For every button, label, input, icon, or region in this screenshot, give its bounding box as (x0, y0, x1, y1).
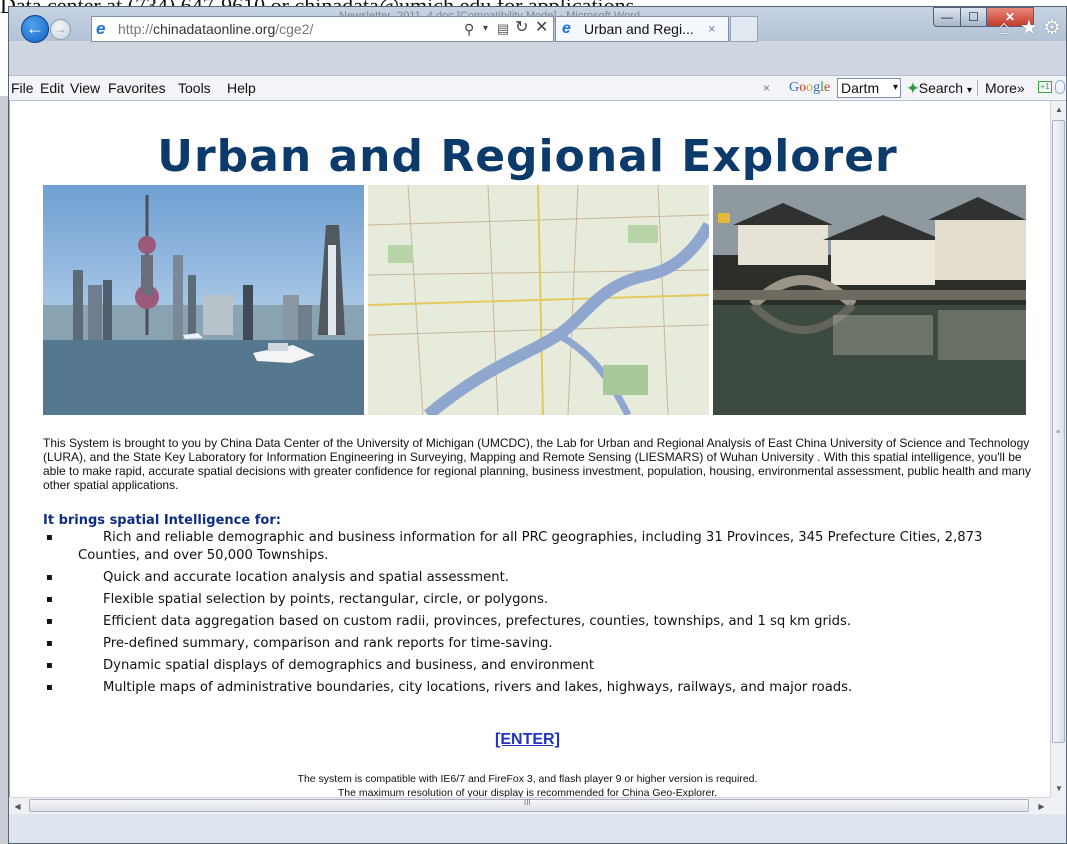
google-search-label: Search (918, 80, 964, 96)
toolbar-separator (977, 80, 978, 96)
home-icon[interactable]: ⌂ (998, 17, 1010, 39)
list-item-text: Flexible spatial selection by points, re… (103, 591, 549, 607)
favorites-star-icon[interactable]: ★ (1020, 17, 1038, 39)
scroll-left-arrow-icon[interactable]: ◀ (9, 798, 26, 815)
navigation-bar: ← → e http://chinadataonline.org/cge2/ ⚲… (9, 15, 1066, 43)
list-item-text: Quick and accurate location analysis and… (103, 569, 509, 585)
horizontal-scroll-thumb[interactable]: III (29, 798, 1029, 812)
list-item-text: Efficient data aggregation based on cust… (103, 613, 852, 629)
scroll-grip-icon: ≡ (1056, 429, 1061, 436)
feature-list: ▪ Rich and reliable demographic and busin… (43, 529, 1047, 701)
resolution-note: The maximum resolution of your display i… (337, 787, 718, 797)
menu-view[interactable]: View (70, 76, 100, 100)
list-item-text: Pre-defined summary, comparison and rank… (103, 635, 553, 651)
new-tab-button[interactable] (730, 16, 758, 42)
back-button[interactable]: ← (21, 15, 49, 43)
banner-image-water-town (713, 185, 1026, 415)
scroll-right-arrow-icon[interactable]: ▶ (1033, 798, 1050, 815)
tab-label: Urban and Regi... (584, 21, 694, 37)
bullet-marker: ▪ (46, 532, 53, 543)
list-item: ▪ Multiple maps of administrative boundar… (43, 679, 1047, 697)
status-bar (9, 814, 1066, 843)
menu-help[interactable]: Help (227, 76, 256, 100)
google-search-input[interactable]: Dartm ▾ (837, 78, 901, 98)
search-icon[interactable]: ⚲ (464, 17, 474, 41)
tab-urban-and-regional-explorer[interactable]: e Urban and Regi... × (555, 16, 729, 42)
vertical-scroll-thumb[interactable]: ≡ (1052, 120, 1065, 743)
address-dropdown-icon[interactable]: ▾ (483, 17, 488, 41)
list-item: ▪ Rich and reliable demographic and busin… (43, 529, 1047, 564)
gear-icon[interactable]: ⚙ (1043, 17, 1061, 39)
page-title: Urban and Regional Explorer (157, 131, 898, 182)
extension-icon[interactable] (1055, 80, 1065, 94)
menu-edit[interactable]: Edit (40, 76, 64, 100)
menu-bar: File Edit View Favorites Tools Help × Go… (9, 75, 1066, 101)
bullet-marker: ▪ (46, 637, 53, 649)
bullet-marker: ▪ (46, 659, 53, 671)
ie-page-icon: e (96, 19, 106, 38)
enter-link: [ENTER] (10, 731, 1045, 749)
banner-image-map (368, 185, 709, 415)
list-item: ▪ Dynamic spatial displays of demographic… (43, 657, 1047, 675)
forward-button[interactable]: → (50, 19, 71, 40)
scrollbar-corner (1050, 797, 1066, 814)
list-item: ▪ Pre-defined summary, comparison and ran… (43, 635, 1047, 653)
stop-icon[interactable]: ✕ (535, 16, 548, 40)
bullet-marker: ▪ (46, 681, 53, 693)
url-host: chinadataonline.org (153, 21, 276, 37)
calendar-icon[interactable]: +1 (1038, 81, 1052, 93)
address-url[interactable]: http://chinadataonline.org/cge2/ (118, 17, 313, 41)
list-item-text: Multiple maps of administrative boundari… (103, 679, 853, 695)
menu-favorites[interactable]: Favorites (108, 76, 166, 100)
list-item: ▪ Quick and accurate location analysis an… (43, 569, 1047, 587)
list-item-text: Rich and reliable demographic and busine… (78, 530, 983, 563)
list-item: ▪ Efficient data aggregation based on cus… (43, 613, 1047, 631)
url-path: /cge2/ (275, 21, 314, 37)
double-chevron-icon: » (1016, 80, 1025, 96)
page-viewport: Urban and Regional Explorer This System … (9, 101, 1050, 797)
intro-paragraph: This System is brought to you by China D… (43, 436, 1031, 492)
bullet-marker: ▪ (46, 571, 53, 583)
google-logo: Google (789, 80, 831, 95)
scroll-down-arrow-icon[interactable]: ▼ (1051, 780, 1067, 797)
scroll-up-arrow-icon[interactable]: ▲ (1051, 101, 1067, 118)
google-search-icon: ✦ (907, 80, 919, 96)
scroll-grip-icon: III (524, 798, 531, 807)
tab-close-icon[interactable]: × (708, 17, 716, 41)
google-search-button[interactable]: ✦Search ▾ (907, 76, 972, 103)
menu-tools[interactable]: Tools (178, 76, 211, 100)
banner-image-skyline (43, 185, 364, 415)
url-prefix: http:// (118, 21, 154, 37)
bullets-heading: It brings spatial Intelligence for: (43, 513, 281, 528)
list-item: ▪ Flexible spatial selection by points, r… (43, 591, 1047, 609)
more-label: More (985, 80, 1017, 96)
address-bar[interactable]: e http://chinadataonline.org/cge2/ ⚲ ▾ ▤… (91, 16, 554, 42)
horizontal-scrollbar[interactable]: ◀ III ▶ (9, 797, 1050, 814)
browser-window: Newsletter_2011_4.doc [Compatibility Mod… (8, 6, 1067, 844)
bullet-marker: ▪ (46, 593, 53, 605)
compatibility-view-icon[interactable]: ▤ (497, 17, 509, 41)
list-item-text: Dynamic spatial displays of demographics… (103, 657, 595, 673)
vertical-scrollbar[interactable]: ▲ ≡ ▼ (1050, 101, 1066, 797)
menu-file[interactable]: File (11, 76, 34, 100)
chevron-down-icon: ▾ (966, 85, 973, 96)
background-window-edge (0, 96, 8, 844)
bullet-marker: ▪ (46, 615, 53, 627)
chevron-down-icon[interactable]: ▾ (893, 79, 898, 97)
ie-tab-icon: e (562, 20, 571, 37)
google-toolbar-close-icon[interactable]: × (763, 76, 770, 100)
refresh-icon[interactable]: ↻ (515, 16, 528, 40)
google-search-input-value: Dartm (841, 80, 880, 96)
enter-link-text[interactable]: [ENTER] (495, 731, 560, 748)
compatibility-note: The system is compatible with IE6/7 and … (297, 773, 758, 785)
more-button[interactable]: More» (985, 76, 1025, 100)
